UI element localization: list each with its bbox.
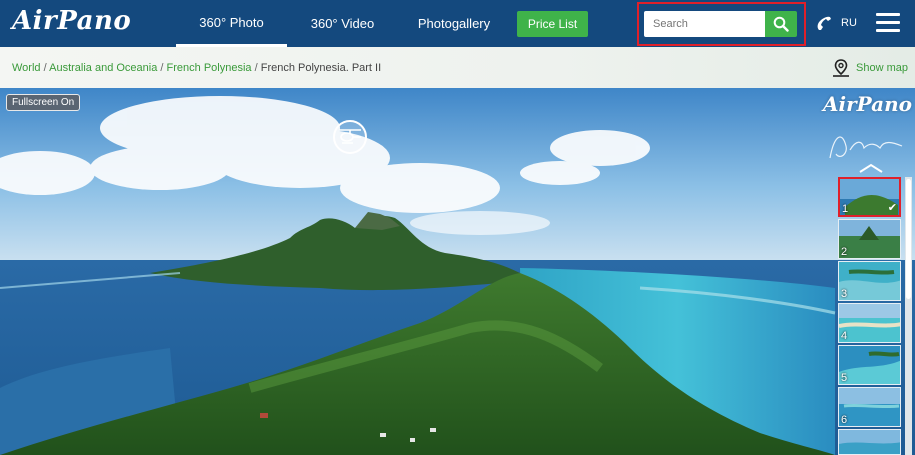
hamburger-menu-icon[interactable] (876, 13, 900, 33)
thumbnail-1[interactable]: 1 ✔ (838, 177, 901, 217)
thumbnail-2[interactable]: 2 (838, 219, 901, 259)
checkmark-icon: ✔ (887, 202, 897, 214)
thumbnail-scrollbar[interactable] (905, 177, 912, 455)
thumbnails-scroll-up-icon[interactable] (858, 163, 884, 173)
site-logo[interactable]: AirPano (12, 6, 131, 36)
thumbnail-number: 4 (841, 330, 848, 342)
breadcrumb-separator: / (43, 62, 47, 74)
breadcrumb-french-polynesia[interactable]: French Polynesia (167, 62, 252, 74)
thumbnail-7-partial[interactable] (838, 429, 901, 455)
nav-360-video[interactable]: 360° Video (300, 0, 385, 47)
thumbnail-number: 6 (841, 414, 848, 426)
breadcrumb-separator: / (160, 62, 164, 74)
breadcrumb-australia-oceania[interactable]: Australia and Oceania (49, 62, 157, 74)
helicopter-icon[interactable] (333, 120, 367, 154)
thumbnail-number: 1 (842, 203, 849, 215)
nav-360-photo[interactable]: 360° Photo (176, 0, 287, 47)
thumbnail-5[interactable]: 5 (838, 345, 901, 385)
site-header: AirPano 360° Photo 360° Video Photogalle… (0, 0, 915, 47)
search-icon (773, 16, 789, 32)
search-input[interactable] (644, 11, 766, 37)
price-list-button[interactable]: Price List (517, 11, 588, 37)
phone-icon[interactable] (815, 14, 833, 32)
fullscreen-button[interactable]: Fullscreen On (6, 94, 81, 111)
breadcrumb-separator: / (254, 62, 258, 74)
thumbnail-number: 3 (841, 288, 848, 300)
language-switch[interactable]: RU (841, 17, 857, 29)
panorama-viewer[interactable]: Fullscreen On AirPano 1 ✔ 2 3 4 5 6 (0, 88, 915, 455)
scrollbar-thumb[interactable] (906, 179, 911, 299)
breadcrumb-bar: World / Australia and Oceania / French P… (0, 47, 915, 88)
search-button[interactable] (765, 11, 797, 37)
thumbnail-number: 5 (841, 372, 848, 384)
breadcrumb-current: French Polynesia. Part II (260, 62, 382, 74)
panorama-image[interactable] (0, 88, 915, 455)
thumbnail-number: 2 (841, 246, 848, 258)
signature-watermark (829, 136, 903, 159)
breadcrumb-world[interactable]: World (12, 62, 41, 74)
nav-photogallery[interactable]: Photogallery (410, 0, 498, 47)
map-pin-icon (833, 59, 849, 77)
show-map-label: Show map (856, 62, 908, 74)
breadcrumb: World / Australia and Oceania / French P… (12, 62, 381, 74)
thumbnail-6[interactable]: 6 (838, 387, 901, 427)
thumbnail-3[interactable]: 3 (838, 261, 901, 301)
thumbnail-4[interactable]: 4 (838, 303, 901, 343)
panorama-watermark-logo: AirPano (823, 92, 912, 116)
panorama-thumbnail-list: 1 ✔ 2 3 4 5 6 (837, 177, 903, 455)
